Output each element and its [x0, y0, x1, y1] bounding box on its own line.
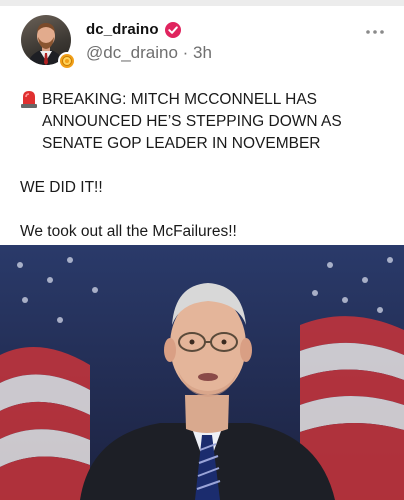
display-name[interactable]: dc_draino [86, 21, 159, 38]
post-text: BREAKING: MITCH MCCONNELL HAS ANNOUNCED … [20, 89, 390, 243]
post-text-line1: BREAKING: MITCH MCCONNELL HAS ANNOUNCED … [20, 89, 390, 155]
verified-badge-icon [164, 21, 181, 38]
timestamp[interactable]: 3h [193, 43, 212, 62]
separator: · [177, 43, 194, 62]
post-text-line2: WE DID IT!! [20, 179, 103, 196]
award-badge-icon [58, 52, 76, 70]
avatar[interactable] [21, 15, 76, 70]
more-dots-icon[interactable] [364, 24, 386, 34]
handle-row: @dc_draino · 3h [86, 43, 212, 63]
name-row: dc_draino [86, 21, 181, 38]
post-text-line3: We took out all the McFailures!! [20, 223, 237, 240]
post-image[interactable] [0, 245, 404, 500]
handle[interactable]: @dc_draino [86, 43, 178, 62]
post-header: dc_draino @dc_draino · 3h [0, 6, 404, 76]
siren-emoji-icon [20, 89, 38, 109]
post-text-headline: BREAKING: MITCH MCCONNELL HAS ANNOUNCED … [42, 91, 342, 152]
